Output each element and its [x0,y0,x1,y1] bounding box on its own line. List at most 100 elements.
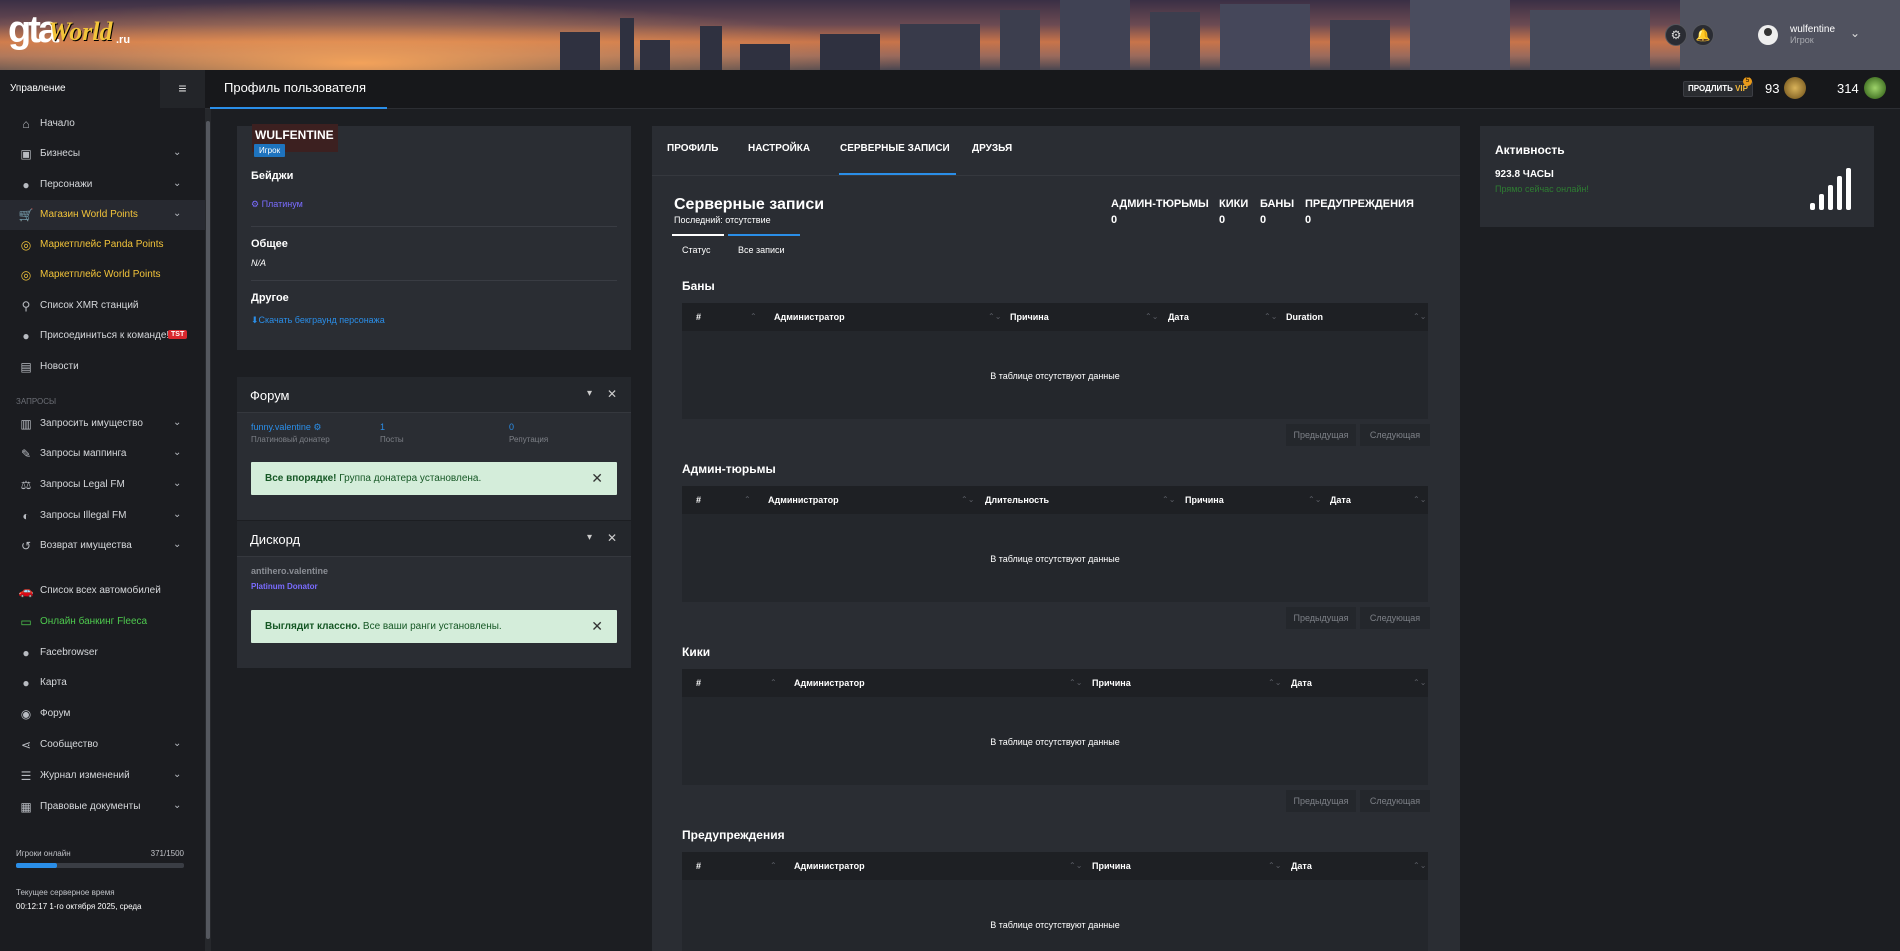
brush-icon: ✎ [20,447,32,461]
building-icon: ▥ [20,417,32,431]
badge-platinum[interactable]: ⚙ Платинум [251,199,303,210]
col-header[interactable]: Причина [1185,495,1224,505]
chevron-down-icon: ⌄ [173,539,182,550]
sidebar-item-legal-fm[interactable]: ⚖ Запросы Legal FM ⌄ [0,470,205,500]
next-button[interactable]: Следующая [1360,424,1430,446]
sidebar-item-illegal-fm[interactable]: ◐ Запросы Illegal FM ⌄ [0,501,205,531]
col-header[interactable]: Причина [1092,861,1131,871]
document-icon: ▦ [20,800,32,814]
close-icon[interactable]: ✕ [607,531,617,545]
stat-warnings: ПРЕДУПРЕЖДЕНИЯ 0 [1305,198,1414,226]
subtab-status[interactable]: Статус [682,245,710,255]
players-online: Игроки онлайн 371/1500 [16,849,184,868]
col-header[interactable]: Дата [1330,495,1351,505]
download-background-link[interactable]: ⬇Скачать бекграунд персонажа [251,315,385,326]
col-header[interactable]: Дата [1291,861,1312,871]
col-header[interactable]: # [696,495,701,505]
col-header[interactable]: # [696,312,701,322]
profile-name-text: WULFENTINE [255,128,334,142]
sidebar-item-label: Магазин World Points [40,209,138,220]
points-1: 93 [1765,81,1780,96]
col-header[interactable]: Дата [1291,678,1312,688]
coins-icon: ◎ [20,238,32,252]
panda-coin-icon [1864,77,1886,99]
sidebar-item-community[interactable]: ⋖ Сообщество ⌄ [0,730,205,760]
collapse-icon[interactable]: ▾ [587,388,592,399]
subtab-all-records[interactable]: Все записи [738,245,785,255]
scrollbar-thumb[interactable] [206,121,210,939]
prev-button[interactable]: Предыдущая [1286,790,1356,812]
col-header[interactable]: Администратор [768,495,839,505]
records-title: Серверные записи [674,196,825,213]
col-header[interactable]: Причина [1092,678,1131,688]
chevron-down-icon: ⌄ [173,800,182,811]
sidebar-item-vehicles[interactable]: 🚗 Список всех автомобилей [0,576,205,606]
col-header[interactable]: Администратор [774,312,845,322]
sidebar-item-businesses[interactable]: ▣ Бизнесы ⌄ [0,139,205,169]
tab-server-records[interactable]: СЕРВЕРНЫЕ ЗАПИСИ [840,143,950,154]
close-icon[interactable]: ✕ [591,610,603,643]
sidebar-item-refund[interactable]: ↺ Возврат имущества ⌄ [0,531,205,561]
gtaworld-logo[interactable]: gta World .ru [8,10,133,56]
user-menu[interactable]: wulfentine Игрок ⌄ [1758,22,1868,48]
sidebar-item-request-property[interactable]: ▥ Запросить имущество ⌄ [0,409,205,439]
col-header[interactable]: Дата [1168,312,1189,322]
download-background-text: Скачать бекграунд персонажа [258,315,385,325]
close-icon[interactable]: ✕ [591,462,603,495]
hamburger-icon[interactable]: ≡ [160,70,205,108]
tab-friends[interactable]: ДРУЗЬЯ [972,143,1012,154]
col-header[interactable]: Duration [1286,312,1323,322]
sidebar-item-news[interactable]: ▤ Новости [0,352,205,382]
bell-icon[interactable]: 🔔 [1692,24,1714,46]
warnings-title: Предупреждения [682,828,785,842]
sidebar-item-label: Присоединиться к команде! [40,330,170,341]
sidebar-item-changelog[interactable]: ☰ Журнал изменений ⌄ [0,761,205,791]
col-header[interactable]: Администратор [794,861,865,871]
sidebar-item-label: Список всех автомобилей [40,585,161,596]
tab-settings[interactable]: НАСТРОЙКА [748,143,810,154]
chevron-down-icon: ⌄ [173,417,182,428]
forum-username[interactable]: funny.valentine ⚙ [251,422,321,433]
sidebar-item-wp-shop[interactable]: 🛒 Магазин World Points ⌄ [0,200,205,230]
briefcase-icon: ▣ [20,147,32,161]
next-button[interactable]: Следующая [1360,607,1430,629]
col-header[interactable]: Причина [1010,312,1049,322]
sidebar-item-home[interactable]: ⌂ Начало [0,109,205,139]
sidebar-item-fleeca[interactable]: ▭ Онлайн банкинг Fleeca [0,607,205,637]
sidebar-item-legal-docs[interactable]: ▦ Правовые документы ⌄ [0,792,205,822]
sidebar-item-map[interactable]: ● Карта [0,668,205,698]
sidebar-item-facebrowser[interactable]: ● Facebrowser [0,638,205,668]
sidebar-item-label: Запросы маппинга [40,448,127,459]
subtab-underline-active [728,234,800,236]
col-header[interactable]: # [696,678,701,688]
username: wulfentine [1790,24,1836,35]
tab-profile[interactable]: ПРОФИЛЬ [667,143,718,154]
prev-button[interactable]: Предыдущая [1286,607,1356,629]
empty-message: В таблице отсутствуют данные [990,920,1120,930]
forum-username-text: funny.valentine [251,422,311,432]
sidebar-item-label: Список XMR станций [40,300,139,311]
next-button[interactable]: Следующая [1360,790,1430,812]
col-header[interactable]: Длительность [985,495,1049,505]
sort-icon: ⌃⌄ [988,312,1002,321]
online-now: Прямо сейчас онлайн! [1495,184,1589,194]
gear-icon[interactable]: ⚙ [1665,24,1687,46]
prev-button[interactable]: Предыдущая [1286,424,1356,446]
sidebar-item-characters[interactable]: ● Персонажи ⌄ [0,170,205,200]
sidebar-item-join-team[interactable]: ● Присоединиться к команде! TST [0,321,205,351]
page-title: Профиль пользователя [210,70,387,109]
sidebar-item-label: Онлайн банкинг Fleeca [40,616,148,627]
close-icon[interactable]: ✕ [607,387,617,401]
collapse-icon[interactable]: ▾ [587,532,592,543]
sidebar-item-xmr[interactable]: ⚲ Список XMR станций [0,291,205,321]
sidebar-item-mapping[interactable]: ✎ Запросы маппинга ⌄ [0,439,205,469]
role-badge: Игрок [254,144,286,157]
sidebar-scrollbar[interactable] [205,109,211,951]
sort-icon: ⌃⌄ [1413,312,1427,321]
sidebar-item-panda-market[interactable]: ◎ Маркетплейс Panda Points [0,230,205,260]
col-header[interactable]: Администратор [794,678,865,688]
sidebar-item-wp-market[interactable]: ◎ Маркетплейс World Points [0,260,205,290]
sidebar-item-forum[interactable]: ◉ Форум [0,699,205,729]
stat-value: 0 [1111,214,1118,226]
col-header[interactable]: # [696,861,701,871]
